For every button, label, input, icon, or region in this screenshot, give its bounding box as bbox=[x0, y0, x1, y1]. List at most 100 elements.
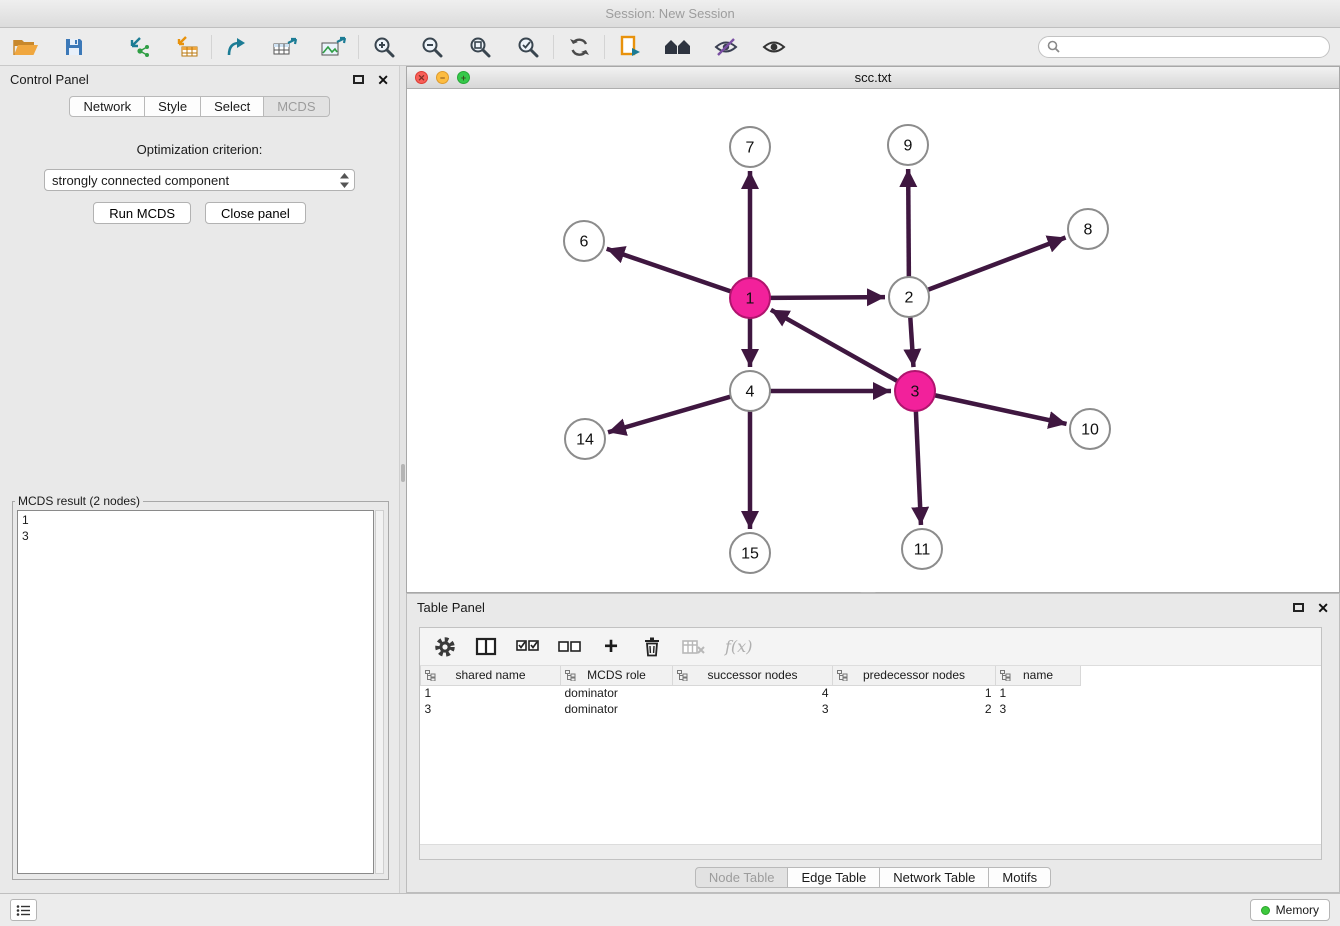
delete-column-button[interactable] bbox=[641, 635, 663, 659]
cell-shared-name[interactable]: 1 bbox=[421, 685, 561, 701]
zoom-selected-button[interactable] bbox=[512, 32, 544, 62]
cell-successor-nodes[interactable]: 4 bbox=[673, 685, 833, 701]
tab-node-table[interactable]: Node Table bbox=[695, 867, 789, 888]
cell-name[interactable]: 1 bbox=[996, 685, 1081, 701]
graph-edge-2-9[interactable] bbox=[908, 169, 909, 277]
zoom-out-button[interactable] bbox=[416, 32, 448, 62]
criterion-dropdown[interactable]: strongly connected component bbox=[44, 169, 355, 191]
graph-node-7[interactable]: 7 bbox=[730, 127, 770, 167]
column-header-name[interactable]: name bbox=[996, 666, 1081, 685]
window-close-button[interactable]: ✕ bbox=[415, 71, 428, 84]
cell-mcds-role[interactable]: dominator bbox=[561, 685, 673, 701]
task-history-button[interactable] bbox=[10, 899, 37, 921]
search-box[interactable] bbox=[1038, 36, 1330, 58]
column-header-shared-name[interactable]: shared name bbox=[421, 666, 561, 685]
graph-node-11[interactable]: 11 bbox=[902, 529, 942, 569]
graph-edge-2-3[interactable] bbox=[910, 317, 913, 367]
float-table-panel-icon[interactable] bbox=[1293, 603, 1304, 612]
float-panel-icon[interactable] bbox=[353, 75, 364, 84]
tab-network[interactable]: Network bbox=[69, 96, 145, 117]
new-network-button[interactable] bbox=[221, 32, 253, 62]
tab-network-table[interactable]: Network Table bbox=[880, 867, 989, 888]
cell-name[interactable]: 3 bbox=[996, 701, 1081, 717]
fx-icon: f(x) bbox=[725, 637, 752, 656]
mcds-result-group: MCDS result (2 nodes) 1 3 bbox=[12, 494, 389, 880]
column-header-predecessor-nodes[interactable]: predecessor nodes bbox=[833, 666, 996, 685]
network-window-titlebar: scc.txt ✕ − + bbox=[407, 67, 1339, 89]
graph-edge-3-1[interactable] bbox=[771, 310, 898, 381]
table-row[interactable]: 1 dominator 4 1 1 bbox=[421, 685, 1322, 701]
graph-node-10[interactable]: 10 bbox=[1070, 409, 1110, 449]
close-panel-button[interactable]: Close panel bbox=[205, 202, 306, 224]
select-all-icon bbox=[516, 640, 539, 653]
export-table-icon bbox=[272, 36, 298, 58]
cell-mcds-role[interactable]: dominator bbox=[561, 701, 673, 717]
open-session-button[interactable] bbox=[10, 32, 42, 62]
graph-node-3[interactable]: 3 bbox=[895, 371, 935, 411]
node-table: shared name MCDS role successor nodes bbox=[420, 666, 1321, 844]
show-columns-button[interactable] bbox=[475, 635, 497, 659]
window-zoom-button[interactable]: + bbox=[457, 71, 470, 84]
annotations-button[interactable] bbox=[614, 32, 646, 62]
table-row[interactable]: 3 dominator 3 2 3 bbox=[421, 701, 1322, 717]
table-settings-button[interactable] bbox=[434, 635, 456, 659]
graph-edge-1-6[interactable] bbox=[607, 249, 731, 292]
graph-edge-3-11[interactable] bbox=[916, 411, 921, 525]
close-panel-icon[interactable]: ✕ bbox=[377, 73, 389, 87]
close-table-panel-icon[interactable]: ✕ bbox=[1317, 601, 1329, 615]
column-header-mcds-role[interactable]: MCDS role bbox=[561, 666, 673, 685]
show-graphics-button[interactable] bbox=[758, 32, 790, 62]
first-neighbors-button[interactable] bbox=[662, 32, 694, 62]
tab-select[interactable]: Select bbox=[201, 96, 264, 117]
graph-edge-2-8[interactable] bbox=[928, 238, 1066, 290]
graph-node-2[interactable]: 2 bbox=[889, 277, 929, 317]
window-minimize-button[interactable]: − bbox=[436, 71, 449, 84]
import-table-button[interactable] bbox=[170, 32, 202, 62]
cell-predecessor-nodes[interactable]: 2 bbox=[833, 701, 996, 717]
apply-layout-button[interactable] bbox=[563, 32, 595, 62]
table-panel: Table Panel ✕ + bbox=[406, 593, 1340, 893]
run-mcds-button[interactable]: Run MCDS bbox=[93, 202, 191, 224]
eye-icon bbox=[762, 37, 786, 57]
node-table-container: + f(x) shared nam bbox=[419, 627, 1322, 860]
graph-edge-1-2[interactable] bbox=[770, 297, 885, 298]
graph-node-14[interactable]: 14 bbox=[565, 419, 605, 459]
tab-mcds[interactable]: MCDS bbox=[264, 96, 329, 117]
graph-node-15[interactable]: 15 bbox=[730, 533, 770, 573]
graph-node-4[interactable]: 4 bbox=[730, 371, 770, 411]
function-builder-button: f(x) bbox=[725, 635, 752, 659]
splitter-handle[interactable] bbox=[401, 464, 405, 482]
column-header-successor-nodes[interactable]: successor nodes bbox=[673, 666, 833, 685]
memory-button[interactable]: Memory bbox=[1250, 899, 1330, 921]
result-scrollbar[interactable] bbox=[375, 510, 384, 874]
tab-style[interactable]: Style bbox=[145, 96, 201, 117]
zoom-fit-button[interactable] bbox=[464, 32, 496, 62]
save-session-button[interactable] bbox=[58, 32, 90, 62]
list-icon bbox=[16, 904, 31, 917]
graph-edge-4-14[interactable] bbox=[608, 397, 731, 433]
cell-successor-nodes[interactable]: 3 bbox=[673, 701, 833, 717]
deselect-all-button[interactable] bbox=[558, 635, 581, 659]
mcds-result-text[interactable]: 1 3 bbox=[17, 510, 374, 874]
import-network-button[interactable] bbox=[122, 32, 154, 62]
cell-predecessor-nodes[interactable]: 1 bbox=[833, 685, 996, 701]
export-table-button[interactable] bbox=[269, 32, 301, 62]
graph-node-6[interactable]: 6 bbox=[564, 221, 604, 261]
cell-shared-name[interactable]: 3 bbox=[421, 701, 561, 717]
new-network-icon bbox=[225, 36, 249, 58]
annotation-icon bbox=[618, 35, 642, 59]
network-canvas[interactable]: 7 9 6 8 1 2 4 3 14 10 15 11 bbox=[407, 89, 1339, 592]
tab-motifs[interactable]: Motifs bbox=[989, 867, 1051, 888]
zoom-in-button[interactable] bbox=[368, 32, 400, 62]
graph-node-9[interactable]: 9 bbox=[888, 125, 928, 165]
search-input[interactable] bbox=[1065, 40, 1321, 54]
graph-node-8[interactable]: 8 bbox=[1068, 209, 1108, 249]
table-horizontal-scrollbar[interactable] bbox=[420, 844, 1321, 859]
tab-edge-table[interactable]: Edge Table bbox=[788, 867, 880, 888]
export-image-button[interactable] bbox=[317, 32, 349, 62]
graph-node-1[interactable]: 1 bbox=[730, 278, 770, 318]
select-all-button[interactable] bbox=[516, 635, 539, 659]
graph-edge-3-10[interactable] bbox=[935, 395, 1067, 424]
style-button[interactable] bbox=[710, 32, 742, 62]
create-column-button[interactable]: + bbox=[600, 635, 622, 659]
